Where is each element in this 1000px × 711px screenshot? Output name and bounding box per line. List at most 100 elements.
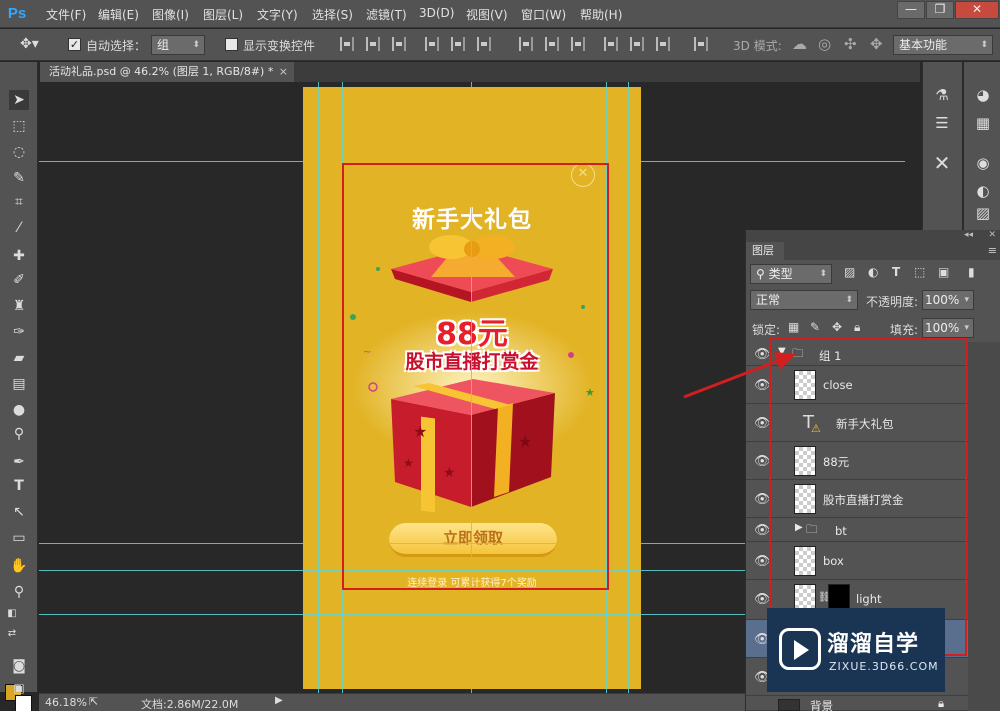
brush-tool-icon[interactable]: ✐ xyxy=(9,270,29,290)
navigator-icon[interactable]: ◐ xyxy=(971,180,995,202)
zoom-level[interactable]: 46.18% xyxy=(45,696,87,709)
quick-select-tool-icon[interactable]: ✎ xyxy=(9,168,29,188)
eraser-tool-icon[interactable]: ▰ xyxy=(9,348,29,368)
show-transform-label: 显示变换控件 xyxy=(243,39,316,53)
align-left-icon[interactable] xyxy=(425,37,439,51)
annotation-highlight-box xyxy=(342,163,609,590)
3d-roll-icon[interactable]: ◎ xyxy=(818,35,831,53)
lasso-tool-icon[interactable]: ◌ xyxy=(9,142,29,162)
filter-type-icon[interactable]: T xyxy=(892,265,900,279)
panel-close-icon[interactable]: ✕ xyxy=(988,230,996,240)
fill-field[interactable]: 100% ▾ xyxy=(922,318,974,338)
lock-transparent-icon[interactable]: ▦ xyxy=(788,320,799,334)
watermark: 溜溜自学 ZIXUE.3D66.COM xyxy=(767,608,945,692)
dodge-tool-icon[interactable]: ⚲ xyxy=(9,424,29,444)
restore-button[interactable]: ❐ xyxy=(926,1,954,19)
filter-adjustment-icon[interactable]: ◐ xyxy=(868,265,878,279)
guide-horizontal[interactable] xyxy=(39,161,905,162)
layers-tab[interactable]: 图层 xyxy=(746,242,784,260)
align-vcenter-icon[interactable] xyxy=(366,37,380,51)
menu-edit[interactable]: 编辑(E) xyxy=(98,6,139,23)
menu-layer[interactable]: 图层(L) xyxy=(203,6,243,23)
collapse-icon[interactable]: ◂◂ xyxy=(964,230,973,240)
blur-tool-icon[interactable]: ● xyxy=(9,400,29,420)
filter-shape-icon[interactable]: ⬚ xyxy=(914,265,925,279)
lock-pixels-icon[interactable]: ✎ xyxy=(810,320,820,334)
healing-brush-tool-icon[interactable]: ✚ xyxy=(9,246,29,266)
filter-pixel-icon[interactable]: ▨ xyxy=(844,265,855,279)
lock-position-icon[interactable]: ✥ xyxy=(832,320,842,334)
align-hcenter-icon[interactable] xyxy=(451,37,465,51)
auto-select-checkbox[interactable]: ✓ xyxy=(68,38,81,51)
3d-orbit-icon[interactable]: ☁ xyxy=(792,35,807,53)
blend-mode-dropdown[interactable]: 正常 ⬍ xyxy=(750,290,858,310)
clone-stamp-tool-icon[interactable]: ♜ xyxy=(9,296,29,316)
opacity-field[interactable]: 100% ▾ xyxy=(922,290,974,310)
distribute-bottom-icon[interactable] xyxy=(571,37,585,51)
shape-tool-icon[interactable]: ▭ xyxy=(9,528,29,548)
paths-icon[interactable]: ▨ xyxy=(971,202,995,224)
menu-help[interactable]: 帮助(H) xyxy=(580,6,622,23)
tool-presets-icon[interactable]: ✕ xyxy=(930,152,954,174)
minimize-button[interactable]: — xyxy=(897,1,925,19)
document-tab[interactable]: 活动礼品.psd @ 46.2% (图层 1, RGB/8#) * × xyxy=(40,62,294,82)
menu-image[interactable]: 图像(I) xyxy=(152,6,189,23)
marquee-tool-icon[interactable]: ⬚ xyxy=(9,116,29,136)
menu-window[interactable]: 窗口(W) xyxy=(521,6,566,23)
hand-tool-icon[interactable]: ✋ xyxy=(9,556,29,576)
distribute-hcenter-icon[interactable] xyxy=(630,37,644,51)
menu-filter[interactable]: 滤镜(T) xyxy=(366,6,407,23)
auto-align-icon[interactable] xyxy=(694,37,708,51)
align-bottom-icon[interactable] xyxy=(392,37,406,51)
options-bar: ✥▾ ✓ 自动选择： 组 ⬍ 显示变换控件 3D 模式: ☁ ◎ ✣ ✥ 基本功… xyxy=(0,29,1000,61)
history-brush-tool-icon[interactable]: ✑ xyxy=(9,322,29,342)
menu-file[interactable]: 文件(F) xyxy=(46,6,86,23)
filter-smart-icon[interactable]: ▣ xyxy=(938,265,949,279)
pen-tool-icon[interactable]: ✒ xyxy=(9,452,29,472)
menu-view[interactable]: 视图(V) xyxy=(466,6,508,23)
distribute-vcenter-icon[interactable] xyxy=(545,37,559,51)
guide-vertical[interactable] xyxy=(318,82,319,694)
export-icon[interactable]: ⇱ xyxy=(89,695,98,708)
move-tool-icon[interactable]: ✥▾ xyxy=(20,36,39,52)
auto-select-dropdown[interactable]: 组 ⬍ xyxy=(151,35,205,55)
auto-select-label: 自动选择： xyxy=(86,39,147,53)
filter-toggle-icon[interactable]: ▮ xyxy=(968,265,975,279)
path-select-tool-icon[interactable]: ↖ xyxy=(9,502,29,522)
move-tool-icon[interactable]: ➤ xyxy=(9,90,29,110)
eyedropper-tool-icon[interactable]: ⁄ xyxy=(9,218,29,238)
show-transform-checkbox[interactable] xyxy=(225,38,238,51)
swatches-icon[interactable]: ▦ xyxy=(971,112,995,134)
distribute-right-icon[interactable] xyxy=(656,37,670,51)
adjustments-icon[interactable]: ☰ xyxy=(930,112,954,134)
screen-mode-icon[interactable]: ▣ xyxy=(9,678,29,698)
quick-mask-icon[interactable]: ◙ xyxy=(9,656,29,676)
menu-3d[interactable]: 3D(D) xyxy=(419,6,454,20)
default-colors-icon[interactable]: ◧ ⇄ xyxy=(2,604,22,639)
brush-preset-icon[interactable]: ⚗ xyxy=(930,84,954,106)
lock-all-icon[interactable]: 🔒︎ xyxy=(854,320,860,335)
type-tool-icon[interactable]: T xyxy=(9,476,29,496)
align-right-icon[interactable] xyxy=(477,37,491,51)
workspace-dropdown[interactable]: 基本功能 ⬍ xyxy=(893,35,993,55)
close-window-button[interactable]: ✕ xyxy=(955,1,999,19)
layers-scrollbar[interactable] xyxy=(968,342,1000,711)
close-tab-icon[interactable]: × xyxy=(279,62,288,82)
3d-pan-icon[interactable]: ✣ xyxy=(844,35,857,53)
zoom-tool-icon[interactable]: ⚲ xyxy=(9,582,29,602)
menu-type[interactable]: 文字(Y) xyxy=(257,6,298,23)
guide-vertical[interactable] xyxy=(628,82,629,694)
panel-menu-icon[interactable]: ≡ xyxy=(988,244,997,257)
layer-filter-dropdown[interactable]: ⚲ 类型 ⬍ xyxy=(750,264,832,284)
distribute-left-icon[interactable] xyxy=(604,37,618,51)
layer-row-background[interactable]: 背景 🔒︎ xyxy=(746,696,968,711)
styles-icon[interactable]: ◉ xyxy=(971,152,995,174)
3d-slide-icon[interactable]: ✥ xyxy=(870,35,883,53)
crop-tool-icon[interactable]: ⌗ xyxy=(9,192,29,212)
color-palette-icon[interactable]: ◕ xyxy=(971,84,995,106)
status-menu-arrow-icon[interactable]: ▶ xyxy=(275,695,283,706)
gradient-tool-icon[interactable]: ▤ xyxy=(9,374,29,394)
align-top-icon[interactable] xyxy=(340,37,354,51)
distribute-top-icon[interactable] xyxy=(519,37,533,51)
menu-select[interactable]: 选择(S) xyxy=(312,6,353,23)
